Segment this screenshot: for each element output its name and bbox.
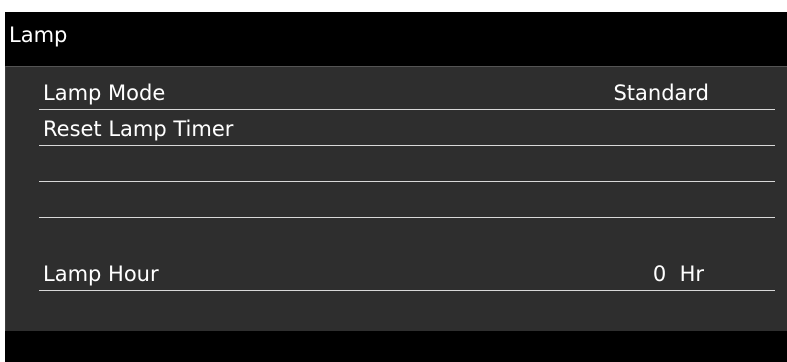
- menu-title: Lamp: [9, 23, 68, 47]
- menu-item-reset-lamp-timer[interactable]: Reset Lamp Timer: [39, 110, 775, 146]
- menu-title-bar: Lamp: [5, 12, 787, 58]
- osd-menu-window: Lamp Lamp Mode Standard Reset Lamp Timer…: [5, 12, 787, 362]
- menu-item-lamp-mode[interactable]: Lamp Mode Standard: [39, 74, 775, 110]
- lamp-hour-label: Lamp Hour: [43, 262, 159, 286]
- lamp-mode-label: Lamp Mode: [43, 81, 166, 105]
- reset-lamp-timer-label: Reset Lamp Timer: [43, 117, 234, 141]
- lamp-hour-value: 0 Hr: [652, 262, 704, 286]
- menu-footer-bar: [5, 332, 787, 362]
- menu-panel: Lamp Mode Standard Reset Lamp Timer Lamp…: [5, 66, 787, 331]
- menu-item-lamp-hour: Lamp Hour 0 Hr: [39, 255, 775, 291]
- menu-item-empty-1: [39, 146, 775, 182]
- lamp-mode-value[interactable]: Standard: [613, 80, 709, 106]
- menu-item-empty-2: [39, 182, 775, 218]
